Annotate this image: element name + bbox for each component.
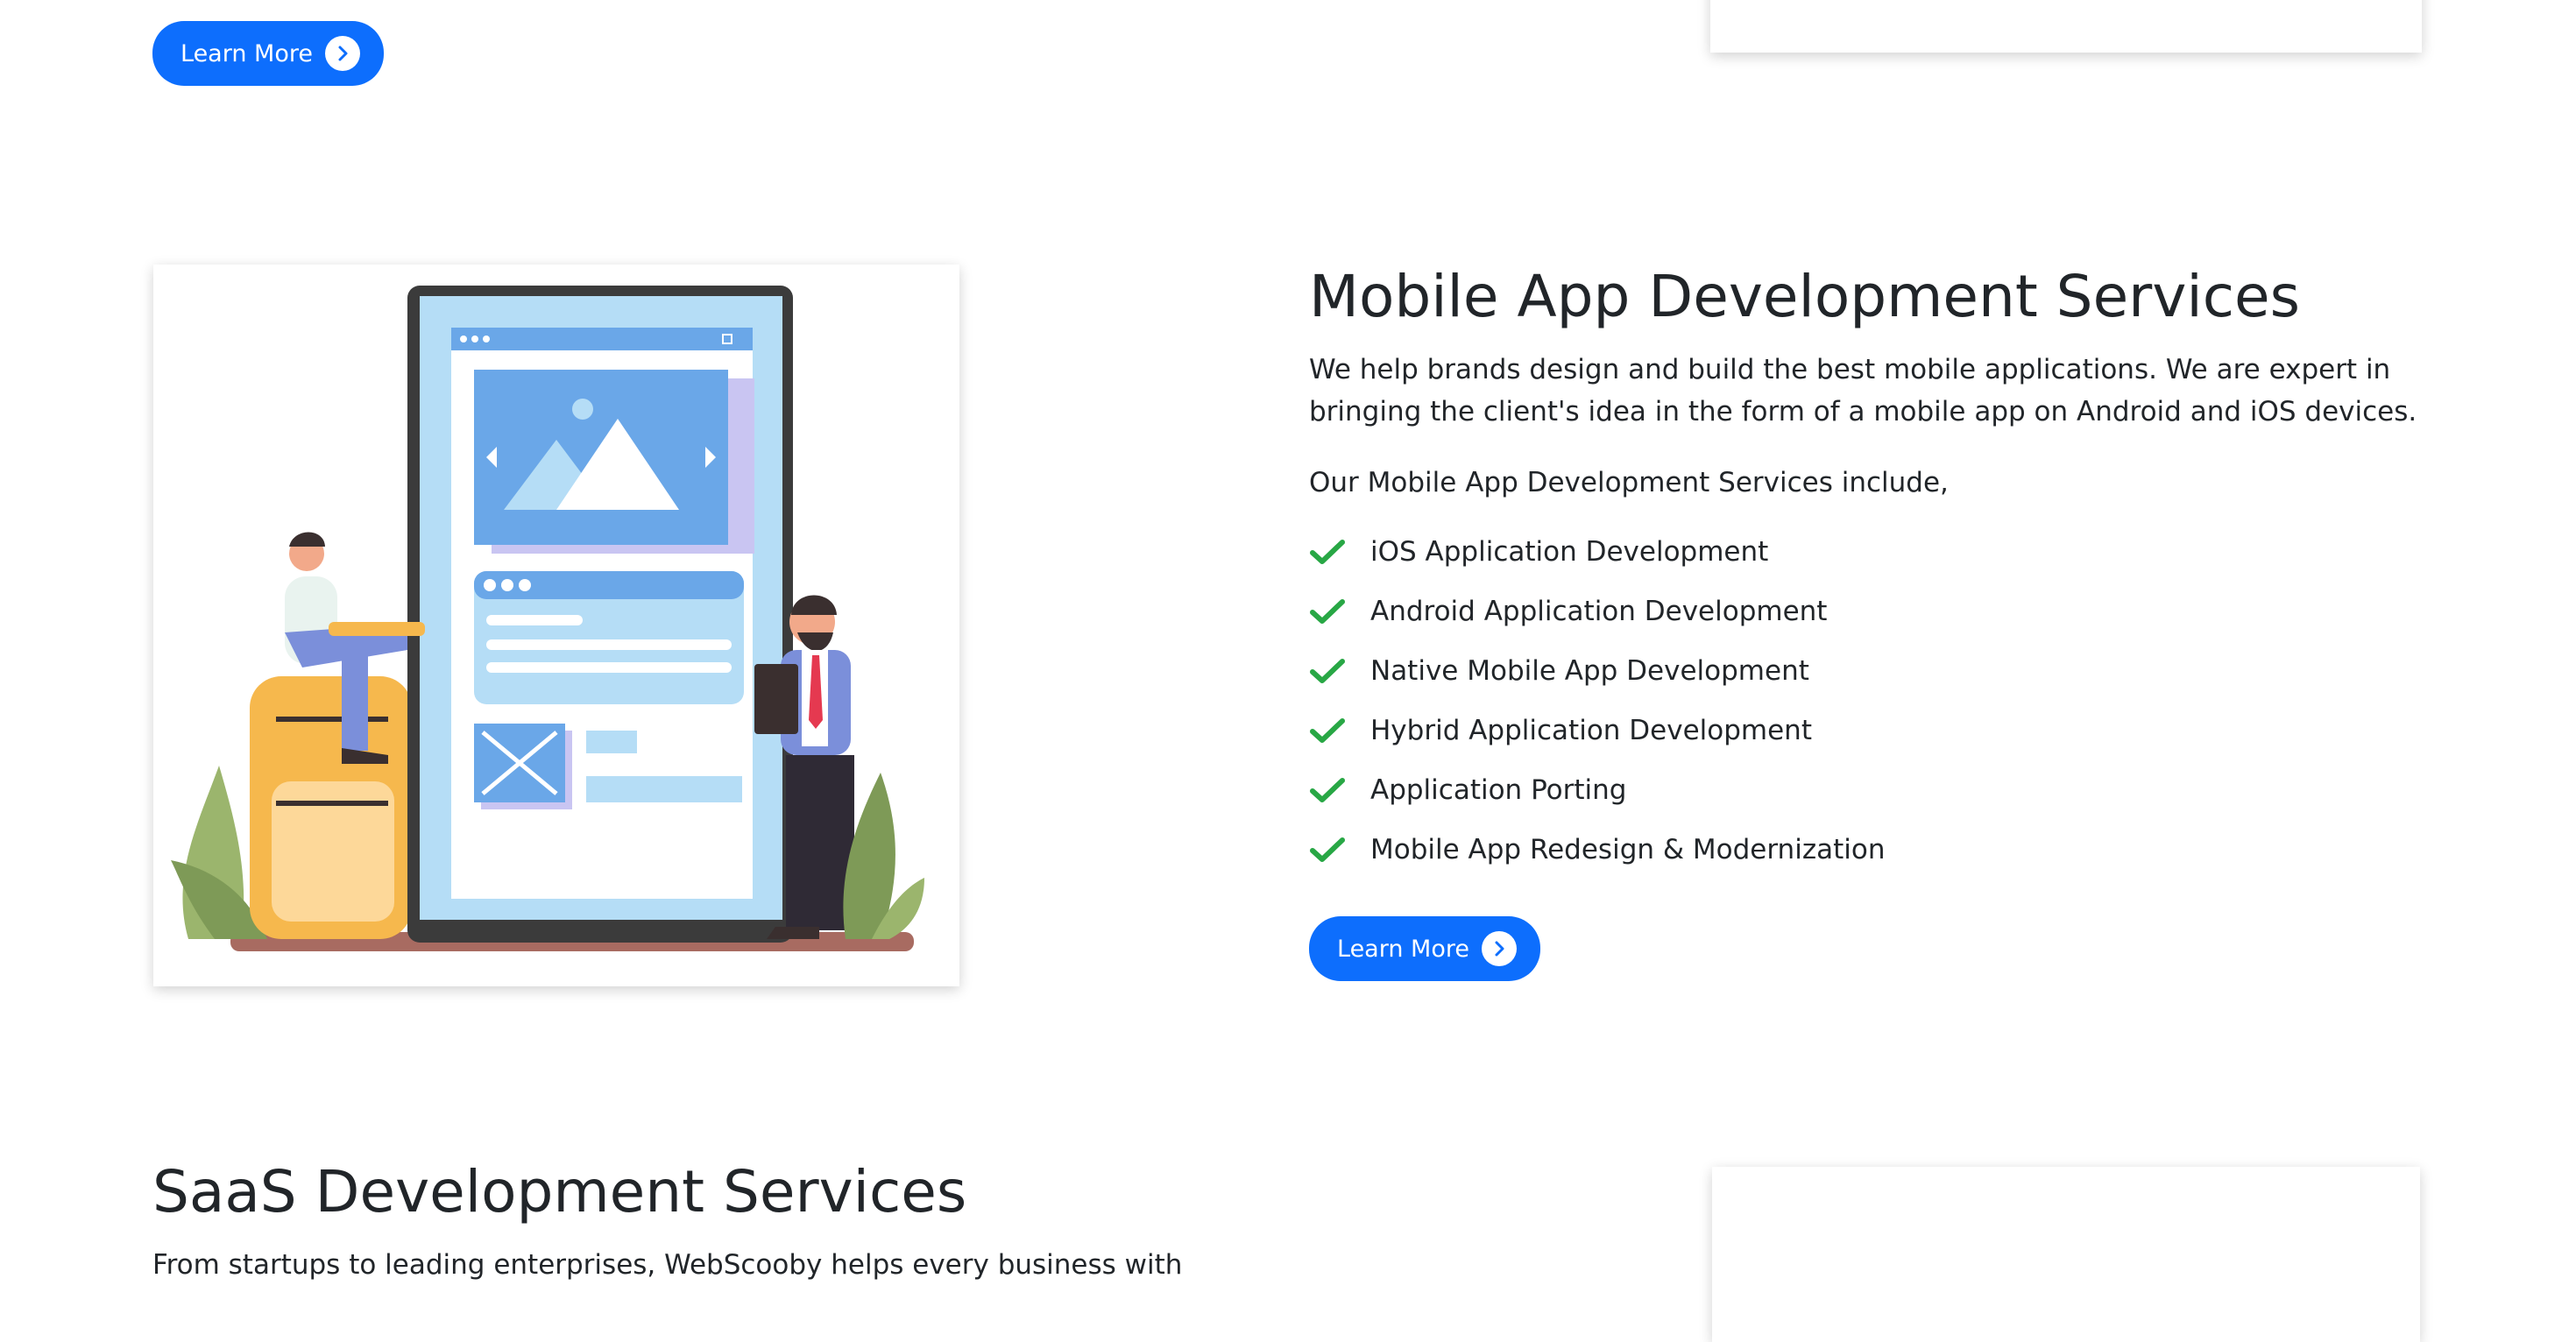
service-list-item: Android Application Development: [1309, 582, 1885, 641]
service-list-item: Native Mobile App Development: [1309, 641, 1885, 701]
check-icon: [1310, 837, 1345, 862]
check-icon: [1310, 659, 1345, 683]
saas-section-image-card: [1712, 1167, 2420, 1342]
chevron-right-icon: [1481, 931, 1517, 966]
service-list-item: Application Porting: [1309, 760, 1885, 820]
check-icon: [1310, 540, 1345, 564]
check-icon: [1310, 718, 1345, 743]
services-list: iOS Application Development Android Appli…: [1309, 522, 1885, 879]
service-list-item: iOS Application Development: [1309, 522, 1885, 582]
check-icon: [1310, 599, 1345, 624]
service-label: Mobile App Redesign & Modernization: [1370, 834, 1886, 865]
service-list-item: Mobile App Redesign & Modernization: [1309, 820, 1885, 879]
service-label: Application Porting: [1370, 774, 1627, 806]
service-label: Android Application Development: [1370, 596, 1828, 627]
mobile-app-illustration: [153, 265, 959, 986]
learn-more-button-mobile[interactable]: Learn More: [1309, 916, 1540, 981]
service-label: Native Mobile App Development: [1370, 655, 1809, 687]
service-list-item: Hybrid Application Development: [1309, 701, 1885, 760]
mobile-section-description: We help brands design and build the best…: [1309, 354, 2417, 427]
learn-more-button-top[interactable]: Learn More: [152, 21, 384, 86]
service-label: iOS Application Development: [1370, 536, 1769, 568]
mobile-section-title: Mobile App Development Services: [1309, 263, 2300, 330]
learn-more-label: Learn More: [180, 39, 313, 67]
mobile-app-illustration-art: [171, 286, 924, 951]
saas-section-title: SaaS Development Services: [152, 1158, 967, 1225]
service-label: Hybrid Application Development: [1370, 715, 1812, 746]
previous-section-image-card: [1710, 0, 2422, 53]
page: Learn More Mobile App Development Servic…: [0, 0, 2576, 1342]
saas-section-description: From startups to leading enterprises, We…: [152, 1249, 1183, 1281]
check-icon: [1310, 778, 1345, 802]
chevron-right-icon: [324, 36, 360, 71]
mobile-section-intro: Our Mobile App Development Services incl…: [1309, 467, 1949, 498]
learn-more-label: Learn More: [1337, 935, 1469, 963]
